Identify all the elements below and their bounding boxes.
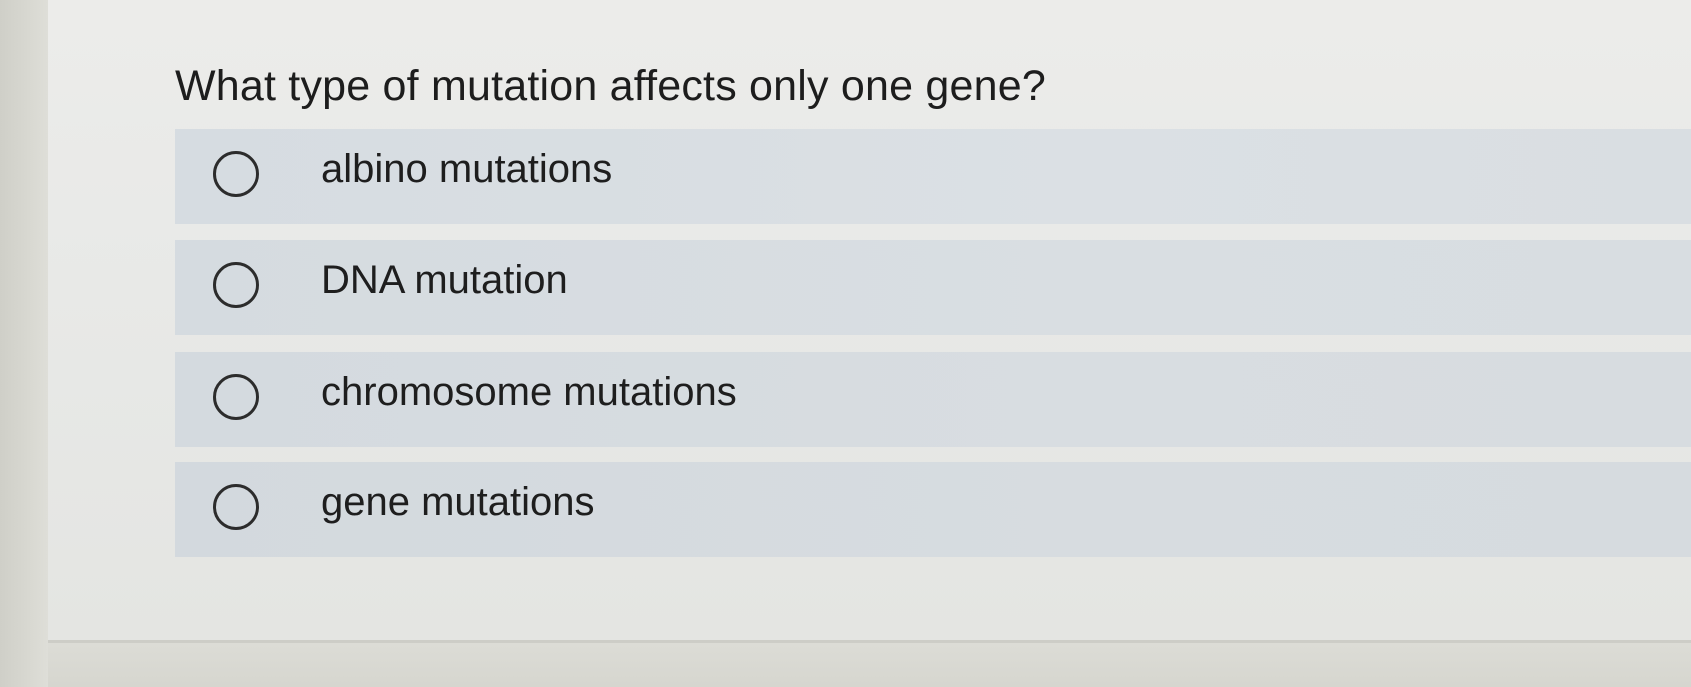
card-bottom-strip bbox=[48, 643, 1691, 687]
radio-button-icon[interactable] bbox=[213, 262, 259, 308]
answer-option-albino-mutations[interactable]: albino mutations bbox=[175, 129, 1691, 224]
page-margin bbox=[0, 0, 48, 687]
option-label: gene mutations bbox=[321, 480, 595, 524]
option-label: chromosome mutations bbox=[321, 370, 737, 414]
radio-button-icon[interactable] bbox=[213, 484, 259, 530]
answer-option-dna-mutation[interactable]: DNA mutation bbox=[175, 240, 1691, 335]
question-text: What type of mutation affects only one g… bbox=[175, 62, 1046, 110]
option-label: DNA mutation bbox=[321, 258, 568, 302]
radio-button-icon[interactable] bbox=[213, 151, 259, 197]
answer-option-chromosome-mutations[interactable]: chromosome mutations bbox=[175, 352, 1691, 447]
answer-option-gene-mutations[interactable]: gene mutations bbox=[175, 462, 1691, 557]
radio-button-icon[interactable] bbox=[213, 374, 259, 420]
option-label: albino mutations bbox=[321, 147, 613, 191]
